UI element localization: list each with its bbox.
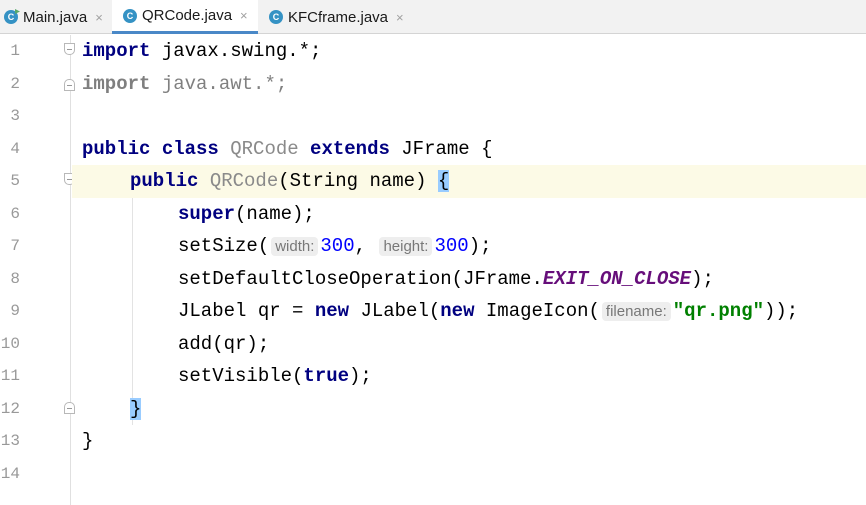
code-text: JFrame { <box>401 137 493 160</box>
line-number: 9 <box>10 302 20 320</box>
line-number: 2 <box>10 74 20 93</box>
line-number: 14 <box>0 464 20 483</box>
code-line-9: JLabel qr = new JLabel(new ImageIcon(fil… <box>178 295 866 328</box>
code-line-2: import java.awt.*; <box>82 68 866 101</box>
line-number: 3 <box>10 107 20 125</box>
code-text: JLabel( <box>349 300 441 322</box>
keyword: true <box>303 365 350 387</box>
code-line-10: add(qr); <box>178 328 866 361</box>
code-line-8: setDefaultCloseOperation(JFrame.EXIT_ON_… <box>178 263 866 296</box>
code-text: )); <box>764 300 799 322</box>
code-text: ImageIcon( <box>474 300 600 322</box>
close-icon[interactable]: × <box>95 10 103 25</box>
parameter-hint: height: <box>379 237 433 256</box>
keyword: public class <box>82 137 231 160</box>
code-text: add(qr); <box>178 332 270 355</box>
constant: EXIT_ON_CLOSE <box>542 267 692 290</box>
code-text: java.awt.*; <box>150 72 288 95</box>
code-text: ); <box>468 235 492 257</box>
line-number: 1 <box>10 42 20 60</box>
java-class-main-icon: C <box>4 10 18 24</box>
keyword: super <box>178 202 236 225</box>
matched-brace: { <box>437 170 450 192</box>
code-line-11: setVisible(true); <box>178 360 866 393</box>
code-text: setSize( <box>178 235 270 257</box>
code-text: setVisible( <box>178 365 304 387</box>
number-literal: 300 <box>434 235 469 257</box>
code-line-12: } <box>130 393 866 426</box>
tab-label: QRCode.java <box>142 7 233 24</box>
line-number: 13 <box>0 432 20 450</box>
code-text: } <box>82 430 94 452</box>
keyword: public <box>130 170 210 192</box>
code-line-5-current: public QRCode(String name) { <box>72 165 866 198</box>
matched-brace: } <box>130 397 142 420</box>
code-line-4: public class QRCode extends JFrame { <box>82 133 866 166</box>
keyword: extends <box>298 137 402 160</box>
parameter-hint: width: <box>271 237 319 256</box>
code-text: ); <box>349 365 372 387</box>
class-name: QRCode <box>209 170 279 192</box>
java-class-icon: C <box>269 10 283 24</box>
line-number: 8 <box>10 269 20 288</box>
code-text: (name); <box>235 202 315 225</box>
line-number-gutter[interactable]: 1 2 3 4 5 6 7 8 9 10 11 12 13 14 <box>0 35 71 505</box>
number-literal: 300 <box>320 235 355 257</box>
code-text: (String name) <box>278 170 438 192</box>
close-icon[interactable]: × <box>240 8 248 23</box>
indent-guide <box>132 195 133 425</box>
code-line-1: import javax.swing.*; <box>82 35 866 68</box>
tab-label: Main.java <box>23 8 88 26</box>
keyword: new <box>314 300 350 322</box>
class-name: QRCode <box>230 137 299 160</box>
line-number: 7 <box>10 237 20 255</box>
line-number: 4 <box>10 139 20 158</box>
tab-main-java[interactable]: C Main.java × <box>2 0 108 34</box>
line-number: 12 <box>0 399 20 418</box>
line-number: 11 <box>0 367 20 385</box>
editor-tab-bar: C Main.java × C QRCode.java × C KFCframe… <box>0 0 866 34</box>
tab-qrcode-java[interactable]: C QRCode.java × <box>112 0 258 34</box>
tab-kfcframe-java[interactable]: C KFCframe.java × <box>262 0 412 34</box>
code-line-7: setSize(width: 300, height: 300); <box>178 230 866 263</box>
code-editor[interactable]: import javax.swing.*; import java.awt.*;… <box>72 35 866 505</box>
keyword: import <box>82 72 151 95</box>
line-number: 6 <box>10 204 20 223</box>
string-literal: "qr.png" <box>672 300 764 322</box>
line-number: 10 <box>0 334 20 353</box>
code-text: ); <box>691 267 714 290</box>
code-line-6: super(name); <box>178 198 866 231</box>
tab-label: KFCframe.java <box>288 8 389 26</box>
keyword: import <box>82 40 151 62</box>
keyword: new <box>440 300 475 322</box>
code-line-13: } <box>82 425 866 458</box>
close-icon[interactable]: × <box>396 10 404 25</box>
code-text: javax.swing.*; <box>150 40 322 62</box>
line-number: 5 <box>10 172 20 190</box>
parameter-hint: filename: <box>601 302 671 321</box>
code-text: setDefaultCloseOperation(JFrame. <box>178 267 543 290</box>
code-text: , <box>354 235 378 257</box>
code-text: JLabel qr = <box>178 300 315 322</box>
java-class-icon: C <box>123 8 137 23</box>
